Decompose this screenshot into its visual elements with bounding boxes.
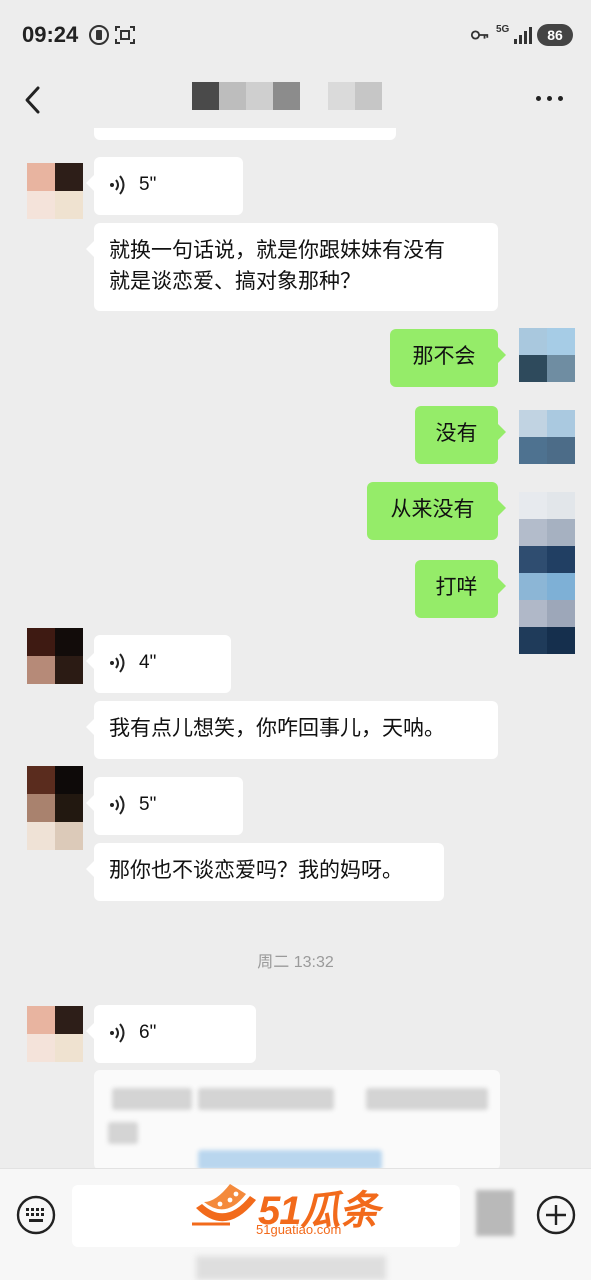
signal-icon [514,27,532,44]
contact-avatar[interactable] [27,163,83,219]
voice-content: 4" [109,647,216,678]
my-text-message[interactable]: 从来没有 [367,482,506,540]
voice-message[interactable]: 4" [86,635,231,693]
chat-title-redacted-2 [328,82,382,110]
my-text-message[interactable]: 打咩 [415,560,506,618]
key-icon [470,30,489,40]
my-text-message[interactable]: 那不会 [390,329,506,387]
my-avatar[interactable] [519,492,575,654]
voice-message[interactable]: 6" [86,1005,256,1063]
voice-message[interactable]: 5" [86,157,243,215]
voice-duration: 5" [139,794,157,815]
add-icon[interactable] [536,1195,576,1235]
status-bar: 09:24 5G 86 [0,0,591,72]
emoji-icon[interactable] [476,1190,514,1236]
contact-avatar[interactable] [27,1006,83,1062]
chevron-left-icon[interactable] [18,82,48,118]
text-message[interactable]: 我有点儿想笑，你咋回事儿，天呐。 [86,701,498,759]
contact-avatar[interactable] [27,628,83,684]
message-list[interactable]: 5" 就换一句话说，就是你跟妹妹有没有 就是谈恋爱、搞对象那种？ 那不会 没有 … [0,128,591,1168]
watermark-logo: 51瓜条 51guatiao.com [190,1174,400,1238]
my-text-message[interactable]: 没有 [415,406,506,464]
voice-message[interactable]: 5" [86,777,243,835]
previous-message-bubble [94,128,396,140]
keyboard-icon[interactable] [16,1195,56,1235]
watermark-domain: 51guatiao.com [256,1222,342,1237]
my-avatar[interactable] [519,410,575,464]
voice-wave-icon [110,794,125,815]
voice-duration: 5" [139,174,157,195]
my-avatar[interactable] [519,328,575,382]
message-timestamp: 周二 13:32 [257,954,334,971]
network-label: 5G [496,24,510,35]
voice-content: 5" [109,789,228,820]
text-message[interactable]: 那你也不谈恋爱吗？我的妈呀。 [86,843,444,901]
battery-indicator: 86 [537,24,573,46]
chat-header [0,72,591,128]
voice-duration: 4" [139,652,157,673]
voice-wave-icon [110,174,125,195]
voice-content: 6" [109,1017,241,1048]
blurred-message[interactable] [94,1070,500,1168]
watermelon-logo-icon [192,1184,256,1226]
screenshot-icon [115,26,135,44]
voice-wave-icon [110,652,125,673]
text-message[interactable]: 就换一句话说，就是你跟妹妹有没有 就是谈恋爱、搞对象那种？ [86,223,498,311]
voice-duration: 6" [139,1022,157,1043]
record-icon [89,25,109,45]
contact-avatar[interactable] [27,766,83,850]
voice-content: 5" [109,169,228,200]
chat-title-redacted [192,82,300,110]
more-dots-icon[interactable] [536,96,563,101]
status-time: 09:24 [22,22,79,47]
voice-wave-icon [110,1022,125,1043]
blurred-bottom [196,1256,386,1280]
